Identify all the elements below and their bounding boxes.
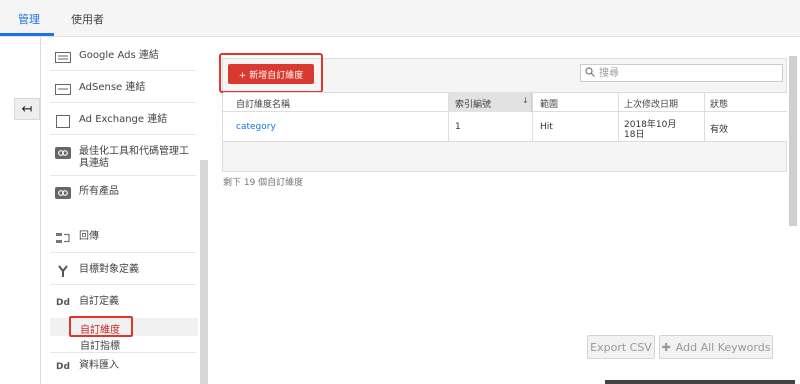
- sidebar-divider: [40, 37, 41, 384]
- sidebar-item-label: Google Ads 連結: [79, 50, 159, 61]
- highlight-box-new-button: [219, 53, 323, 93]
- active-tab-indicator: [0, 33, 54, 36]
- search-icon: [585, 66, 597, 80]
- sidebar-item-label: Ad Exchange 連結: [79, 114, 168, 125]
- sidebar-item-data-import[interactable]: Dd 資料匯入: [54, 360, 119, 373]
- sidebar-item-custom-definitions[interactable]: Dd 自訂定義: [54, 296, 119, 309]
- dd-icon: Dd: [56, 298, 70, 308]
- google-ads-icon: [54, 51, 72, 63]
- dimension-scope: Hit: [540, 122, 553, 132]
- column-divider: [448, 92, 449, 142]
- back-button[interactable]: ↤: [14, 98, 40, 120]
- top-nav-bar: 管理 使用者: [0, 0, 800, 37]
- all-products-icon: [54, 187, 72, 199]
- sidebar-item-label: 資料匯入: [79, 360, 119, 371]
- sidebar-item-label: 目標對象定義: [79, 264, 139, 275]
- sidebar-item-all-products[interactable]: 所有產品: [54, 186, 119, 199]
- sidebar-subitem-custom-metrics[interactable]: 自訂指標: [80, 337, 120, 352]
- sidebar-item-label: 回傳: [79, 231, 99, 242]
- link-icon: [54, 147, 72, 159]
- table-row: [223, 112, 787, 142]
- column-header-index[interactable]: 索引編號: [455, 97, 491, 110]
- arrow-left-icon: ↤: [21, 101, 33, 117]
- divider: [50, 352, 196, 353]
- sidebar-item-google-ads[interactable]: Google Ads 連結: [54, 50, 159, 63]
- sidebar-item-label: 最佳化工具和代碼管理工具連結: [79, 146, 189, 169]
- dimension-index: 1: [455, 122, 461, 132]
- highlight-box-custom-dimensions: [69, 316, 133, 337]
- column-divider: [704, 92, 705, 142]
- dd-icon: Dd: [56, 362, 70, 372]
- divider: [50, 175, 196, 176]
- column-header-last-modified[interactable]: 上次修改日期: [624, 97, 678, 110]
- sidebar-item-label: AdSense 連結: [79, 82, 146, 93]
- divider: [50, 102, 196, 103]
- column-header-status[interactable]: 狀態: [710, 97, 728, 110]
- sidebar-item-label: 所有產品: [79, 186, 119, 197]
- sidebar-item-adsense[interactable]: AdSense 連結: [54, 82, 145, 95]
- remaining-dimensions-text: 剩下 19 個自訂維度: [223, 178, 304, 188]
- divider: [50, 70, 196, 71]
- dimension-status: 有效: [710, 125, 729, 135]
- export-csv-button[interactable]: Export CSV: [587, 335, 655, 359]
- puzzle-icon: ✚: [661, 340, 671, 354]
- divider: [50, 284, 196, 285]
- sidebar-item-ad-exchange[interactable]: Ad Exchange 連結: [54, 114, 168, 128]
- add-all-keywords-button[interactable]: ✚ Add All Keywords: [659, 335, 773, 359]
- sidebar-item-postback[interactable]: 回傳: [54, 231, 99, 244]
- search-input[interactable]: [597, 66, 771, 80]
- sidebar-scrollbar[interactable]: [200, 160, 208, 384]
- bottom-edge: [605, 380, 795, 384]
- dimension-modified-date-day: 18日: [624, 130, 645, 140]
- sidebar-item-label: 自訂定義: [79, 296, 119, 307]
- ad-exchange-icon: [54, 114, 72, 128]
- dimension-name-link[interactable]: category: [236, 122, 276, 132]
- main-scrollbar[interactable]: [789, 56, 797, 226]
- tab-user[interactable]: 使用者: [71, 11, 104, 27]
- audience-icon: [54, 265, 72, 277]
- sidebar-item-optimize-tag-manager[interactable]: 最佳化工具和代碼管理工具連結: [54, 146, 194, 170]
- sort-down-icon: ↓: [522, 96, 529, 105]
- column-header-scope[interactable]: 範圍: [540, 97, 558, 110]
- add-all-keywords-label: Add All Keywords: [675, 340, 771, 354]
- adsense-icon: [54, 83, 72, 95]
- divider: [50, 134, 196, 135]
- column-divider: [532, 92, 533, 142]
- tab-admin[interactable]: 管理: [18, 11, 40, 27]
- postback-icon: [54, 232, 72, 244]
- sidebar-item-audience[interactable]: 目標對象定義: [54, 264, 139, 277]
- search-box[interactable]: [580, 64, 783, 82]
- column-divider: [618, 92, 619, 142]
- column-header-name[interactable]: 自訂維度名稱: [236, 97, 290, 110]
- divider: [50, 252, 196, 253]
